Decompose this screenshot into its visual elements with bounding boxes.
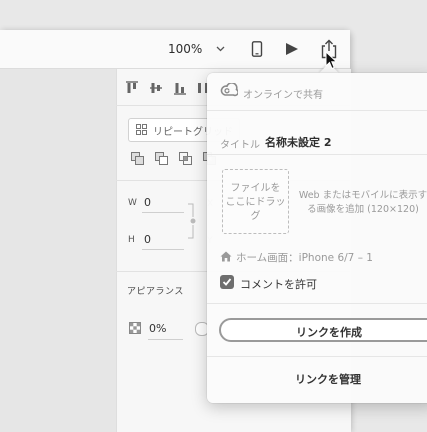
mouse-cursor-icon [325, 51, 338, 70]
thumbnail-hint-line: Web またはモバイルに表示す [298, 190, 427, 201]
home-icon [220, 251, 232, 262]
mobile-preview-icon[interactable] [251, 41, 263, 57]
width-field[interactable]: 0 [144, 196, 151, 209]
align-top-icon[interactable] [126, 81, 138, 95]
chevron-down-icon[interactable] [216, 44, 225, 53]
grid-icon [136, 124, 147, 135]
thumbnail-hint-line: る画像を追加 (120×120) [307, 204, 419, 215]
home-screen-selector[interactable]: ホーム画面：iPhone 6/7 – 1 [236, 250, 373, 265]
boolean-subtract-icon[interactable] [155, 152, 168, 165]
boolean-intersect-icon[interactable] [179, 152, 192, 165]
divider [207, 110, 427, 111]
canvas-area[interactable] [0, 69, 116, 432]
appearance-heading: アピアランス [127, 287, 184, 297]
boolean-add-icon[interactable] [131, 152, 144, 165]
share-popover [207, 73, 427, 403]
manage-link-button[interactable]: リンクを管理 [220, 371, 427, 387]
align-bottom-icon[interactable] [174, 81, 186, 95]
thumbnail-dropzone[interactable]: ファイルを ここにドラッ グ [222, 169, 289, 234]
width-label: W [128, 198, 137, 208]
popover-header: オンラインで共有 [243, 90, 323, 101]
divider [207, 154, 427, 155]
field-underline [142, 249, 184, 250]
checkmark-icon [222, 278, 232, 286]
align-middle-icon[interactable] [150, 81, 162, 95]
create-link-button[interactable]: リンクを作成 [219, 318, 427, 342]
thumbnail-hint: Web またはモバイルに表示す る画像を追加 (120×120) [298, 189, 427, 217]
height-label: H [128, 235, 135, 245]
divider [207, 303, 427, 304]
lock-aspect-icon[interactable] [188, 203, 198, 239]
create-link-label: リンクを作成 [296, 326, 362, 339]
play-icon[interactable] [285, 42, 299, 56]
opacity-icon [129, 322, 141, 334]
allow-comments-label[interactable]: コメントを許可 [240, 276, 317, 292]
height-field[interactable]: 0 [144, 233, 151, 246]
opacity-field[interactable]: 0% [149, 322, 166, 335]
zoom-value[interactable]: 100% [168, 42, 202, 56]
allow-comments-checkbox[interactable] [220, 275, 234, 289]
divider [207, 356, 427, 357]
title-label: タイトル [220, 140, 260, 151]
field-underline [148, 339, 183, 340]
creative-cloud-icon [220, 83, 238, 97]
field-underline [142, 212, 184, 213]
title-field[interactable]: 名称未設定 2 [265, 134, 331, 150]
dropzone-label: ファイルを ここにドラッ グ [225, 183, 286, 222]
